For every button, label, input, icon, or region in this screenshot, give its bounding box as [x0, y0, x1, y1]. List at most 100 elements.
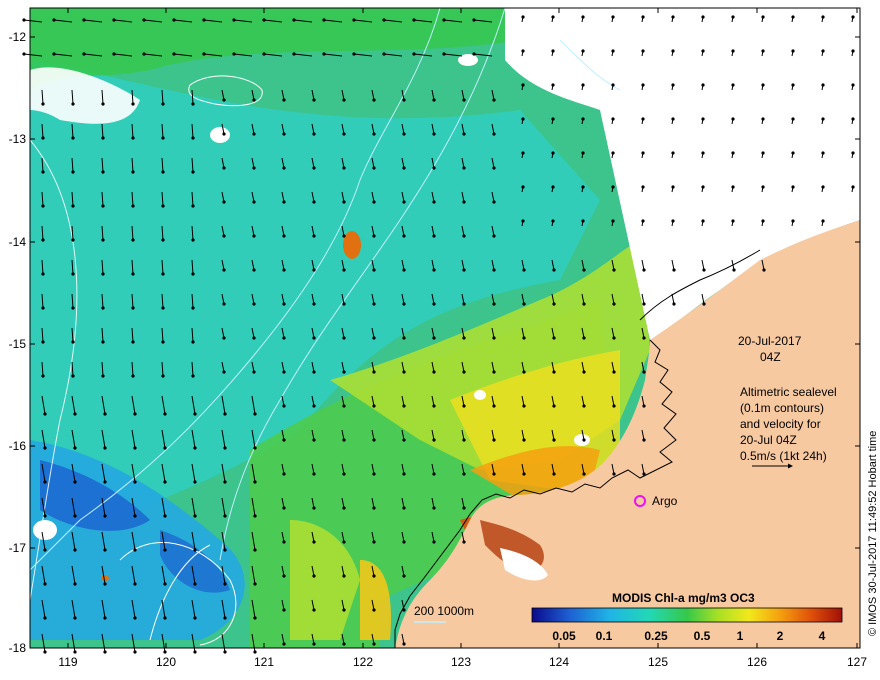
x-tick-label: 124 — [549, 655, 569, 669]
velocity-arrow-head — [432, 302, 436, 306]
velocity-arrow-head — [642, 404, 646, 408]
velocity-arrow-head — [43, 514, 47, 518]
velocity-arrow-head — [193, 412, 197, 416]
velocity-arrow-head — [312, 336, 316, 340]
velocity-arrow-head — [41, 238, 45, 242]
velocity-arrow-head — [671, 117, 675, 121]
velocity-arrow-head — [432, 540, 436, 544]
velocity-arrow-head — [163, 412, 167, 416]
velocity-arrow-head — [342, 132, 346, 136]
velocity-arrow-head — [43, 616, 47, 620]
velocity-arrow-head — [342, 370, 346, 374]
velocity-arrow-head — [521, 151, 525, 155]
velocity-arrow-head — [71, 136, 75, 140]
velocity-arrow-head — [282, 200, 286, 204]
velocity-arrow-head — [372, 404, 376, 408]
velocity-arrow-head — [581, 83, 585, 87]
velocity-arrow-head — [402, 506, 406, 510]
velocity-arrow-head — [642, 268, 646, 272]
velocity-arrow-head — [522, 268, 526, 272]
argo-label: Argo — [652, 494, 678, 508]
velocity-arrow-head — [402, 336, 406, 340]
velocity-arrow-head — [342, 506, 346, 510]
velocity-arrow-head — [701, 49, 705, 53]
velocity-arrow-head — [791, 15, 795, 19]
velocity-arrow-head — [222, 166, 226, 170]
sealevel-line-5: 0.5m/s (1kt 24h) — [740, 449, 827, 463]
velocity-arrow-head — [342, 574, 346, 578]
velocity-arrow-head — [252, 98, 256, 102]
colorbar-tick-label: 1 — [737, 629, 744, 643]
x-tick-label: 127 — [847, 655, 867, 669]
velocity-arrow-head — [851, 117, 855, 121]
velocity-arrow-head — [342, 200, 346, 204]
velocity-arrow-head — [282, 472, 286, 476]
velocity-arrow-head — [642, 472, 646, 476]
velocity-arrow-head — [402, 268, 406, 272]
velocity-arrow-head — [223, 480, 227, 484]
velocity-arrow-head — [611, 185, 615, 189]
velocity-arrow-head — [492, 438, 496, 442]
velocity-arrow-head — [133, 446, 137, 450]
velocity-arrow-head — [161, 136, 165, 140]
velocity-arrow-head — [71, 306, 75, 310]
velocity-arrow-head — [252, 302, 256, 306]
velocity-arrow-head — [821, 49, 825, 53]
time-label: 04Z — [760, 350, 781, 364]
velocity-arrow-head — [41, 272, 45, 276]
velocity-arrow-head — [131, 204, 135, 208]
velocity-arrow-head — [492, 132, 496, 136]
velocity-arrow-head — [282, 166, 286, 170]
velocity-arrow-head — [342, 404, 346, 408]
velocity-arrow-head — [163, 480, 167, 484]
velocity-arrow-head — [342, 608, 346, 612]
velocity-arrow-head — [133, 514, 137, 518]
velocity-arrow-head — [402, 404, 406, 408]
velocity-arrow-head — [43, 582, 47, 586]
velocity-arrow-head — [161, 374, 165, 378]
velocity-arrow-head — [522, 472, 526, 476]
velocity-arrow-head — [641, 83, 645, 87]
velocity-arrow-head — [43, 412, 47, 416]
velocity-arrow-head — [112, 52, 116, 56]
velocity-arrow-head — [552, 438, 556, 442]
velocity-arrow-head — [131, 374, 135, 378]
velocity-arrow-head — [41, 170, 45, 174]
velocity-arrow-head — [641, 117, 645, 121]
velocity-arrow-head — [432, 370, 436, 374]
velocity-arrow-head — [131, 170, 135, 174]
velocity-arrow-head — [172, 52, 176, 56]
velocity-arrow-head — [252, 268, 256, 272]
colorbar-tick-label: 0.25 — [644, 629, 668, 643]
velocity-arrow-head — [282, 404, 286, 408]
velocity-arrow-head — [253, 582, 257, 586]
velocity-arrow-head — [581, 15, 585, 19]
velocity-arrow-head — [232, 52, 236, 56]
velocity-arrow-head — [133, 480, 137, 484]
velocity-arrow-head — [282, 370, 286, 374]
velocity-arrow-head — [193, 446, 197, 450]
velocity-arrow-head — [402, 98, 406, 102]
velocity-arrow-head — [312, 574, 316, 578]
velocity-arrow-head — [103, 412, 107, 416]
velocity-arrow-head — [282, 98, 286, 102]
velocity-arrow-head — [252, 132, 256, 136]
velocity-arrow-head — [462, 166, 466, 170]
x-tick-label: 119 — [58, 655, 77, 669]
velocity-arrow-head — [761, 15, 765, 19]
velocity-arrow-head — [851, 185, 855, 189]
velocity-arrow-head — [851, 151, 855, 155]
velocity-arrow-head — [131, 238, 135, 242]
velocity-arrow-head — [191, 170, 195, 174]
velocity-arrow-head — [582, 336, 586, 340]
velocity-arrow-head — [402, 370, 406, 374]
velocity-arrow-head — [551, 219, 555, 223]
velocity-arrow-head — [372, 98, 376, 102]
velocity-arrow-head — [412, 52, 416, 56]
velocity-arrow-head — [131, 136, 135, 140]
velocity-arrow-head — [791, 185, 795, 189]
velocity-arrow-head — [112, 18, 116, 22]
velocity-arrow-head — [492, 302, 496, 306]
velocity-arrow-head — [163, 446, 167, 450]
velocity-arrow-head — [552, 370, 556, 374]
